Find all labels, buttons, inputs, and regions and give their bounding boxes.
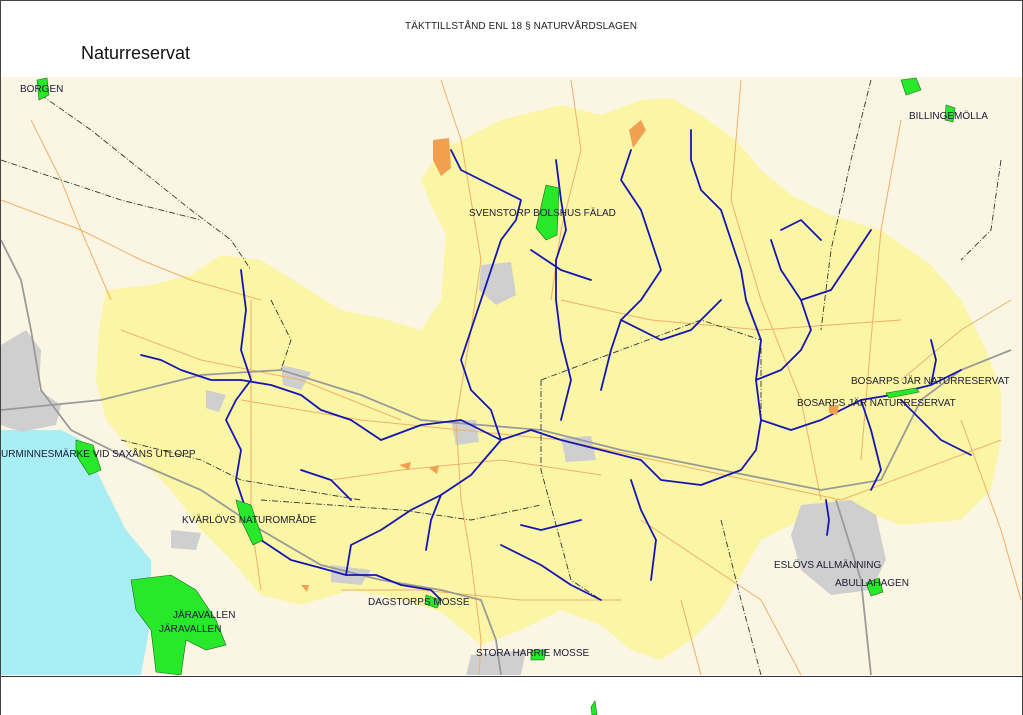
urban-village-5: [171, 530, 201, 550]
label-kvarlov-naturomrade: KVÄRLÖVS NATUROMRÅDE: [182, 515, 317, 526]
map-footer: [1, 676, 1022, 715]
label-saxan-utlopp: URMINNESMÄRKE VID SAXÅNS UTLOPP: [1, 449, 196, 460]
label-borgen: BORGEN: [20, 84, 64, 95]
label-billingemolla: BILLINGEMÖLLA: [909, 111, 988, 122]
label-stora-harrie-mosse: STORA HARRIE MOSSE: [476, 648, 590, 659]
label-jaravallen-1: JÄRAVALLEN: [173, 610, 236, 621]
map-canvas[interactable]: BORGEN BILLINGEMÖLLA SVENSTORP BOLSHUS F…: [1, 77, 1022, 675]
label-svenstorp-bolshus-falad: SVENSTORP BOLSHUS FÄLAD: [469, 208, 616, 219]
label-dagstorps-mosse: DAGSTORPS MOSSE: [368, 597, 470, 608]
map-legend-subtitle: TÄKTTILLSTÅND ENL 18 § NATURVÅRDSLAGEN: [405, 21, 638, 32]
map-header: Naturreservat TÄKTTILLSTÅND ENL 18 § NAT…: [1, 1, 1022, 78]
label-abullahagen: ABULLAHAGEN: [835, 578, 909, 589]
label-jaravallen-2: JÄRAVALLEN: [159, 624, 222, 635]
map-title: Naturreservat: [81, 43, 191, 63]
reserve-bottom-fragment: [590, 700, 598, 715]
label-eslovs-allmanning: ESLÖVS ALLMÄNNING: [774, 560, 882, 571]
label-bosarps-jar-1: BOSARPS JÄR NATURRESERVAT: [851, 376, 1010, 387]
label-bosarps-jar-2: BOSARPS JÄR NATURRESERVAT: [797, 398, 956, 409]
